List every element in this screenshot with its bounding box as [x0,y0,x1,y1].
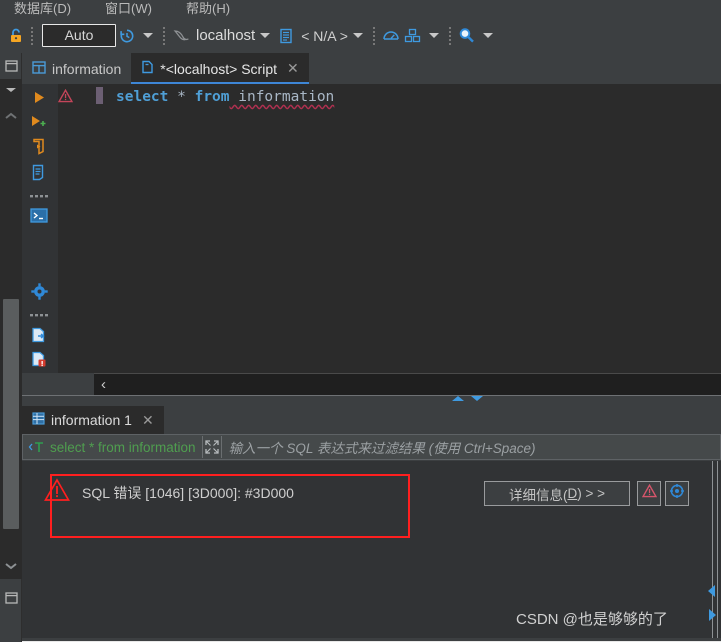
detail-button-prefix: 详细信息( [508,487,568,503]
menu-help[interactable]: 帮助(H) [186,2,230,16]
auto-commit-caret-icon[interactable] [143,33,153,38]
error-message-text: SQL 错误 [1046] [3D000]: #3D000 [82,485,294,501]
script-icon [141,60,154,77]
nav-prev-icon[interactable] [708,585,715,597]
target-bug-icon [669,483,685,504]
results-tab-information-1[interactable]: information 1 ✕ [22,406,164,434]
results-right-edge [705,461,721,642]
status-bar [22,638,721,642]
gauge-icon[interactable] [380,25,402,47]
rail-scrollbar-track[interactable] [0,79,22,579]
mysql-dolphin-icon [170,25,192,47]
toolbar-separator-3 [372,26,375,45]
chevron-down-icon-2[interactable] [0,555,22,577]
chevron-up-icon[interactable] [0,105,22,127]
edge-line-2 [717,461,718,642]
rail-scrollbar-thumb[interactable] [3,299,19,529]
sql-statement[interactable]: select * from information [116,88,334,106]
sql-identifier-information: information [229,89,335,105]
detail-button-mnemonic: D [567,486,578,501]
tab-information[interactable]: information [22,53,132,84]
package-caret-icon[interactable] [428,33,439,38]
expand-icon[interactable] [201,436,222,458]
error-target-button[interactable] [665,481,689,506]
script-file-icon[interactable] [28,163,50,181]
splitter-down-icon[interactable] [471,396,483,401]
watermark: CSDN @也是够够的了 [516,611,668,628]
tab-localhost-script[interactable]: *<localhost> Script ✕ [131,53,310,84]
sql-filter-icon [23,440,50,454]
chevron-down-icon[interactable] [0,79,22,101]
schema-name[interactable]: < N/A > [301,28,348,44]
schema-caret-icon[interactable] [352,33,363,38]
splitter-up-icon[interactable] [452,396,464,401]
lock-icon[interactable] [6,26,26,46]
detail-button[interactable]: 详细信息(D) > > [484,481,630,506]
results-tab-label: information 1 [51,412,132,428]
left-rail [0,53,22,642]
tab-information-label: information [52,60,122,77]
main-toolbar: Auto localhost < N/A > [0,18,721,53]
more-dots-icon[interactable] [28,187,50,205]
search-icon[interactable] [456,25,478,47]
text-caret [96,87,103,104]
toolbar-separator-1 [31,26,33,45]
schema-icon [275,25,297,47]
editor-tab-bar: information *<localhost> Script ✕ [22,53,721,84]
editor-code-area[interactable]: select * from information [80,84,721,373]
menu-window[interactable]: 窗口(W) [105,2,152,16]
filter-placeholder[interactable]: 输入一个 SQL 表达式来过滤结果 (使用 Ctrl+Space) [222,437,536,457]
warning-triangle-icon-2 [641,483,657,503]
menu-bar: 数据库(D) 窗口(W) 帮助(H) [0,0,721,18]
editor-warning-strip [57,84,80,373]
sql-editor[interactable]: select * from information [22,84,721,373]
run-new-icon[interactable] [28,113,50,131]
toolbar-separator-2 [163,26,165,45]
grid-icon [32,412,45,428]
filter-expression-value[interactable]: select * from information [50,440,202,455]
datasource-caret-icon[interactable] [260,33,271,38]
export-file-icon[interactable] [28,326,50,344]
sql-keyword-from: from [194,89,230,105]
editor-gutter [22,84,58,373]
chevron-left-icon[interactable]: ‹ [94,376,106,393]
error-file-icon[interactable] [28,350,50,368]
results-tab-bar: information 1 ✕ [22,406,721,434]
results-tab-close-icon[interactable]: ✕ [142,412,154,429]
tab-localhost-script-label: *<localhost> Script [160,60,277,77]
datagrip-window: 数据库(D) 窗口(W) 帮助(H) Auto localhost < N/A … [0,0,721,642]
panel-toggle-icon-2[interactable] [0,585,22,611]
search-caret-icon[interactable] [482,33,493,38]
more-dots-icon-2[interactable] [28,306,50,324]
datasource-name[interactable]: localhost [196,27,255,44]
history-clock-icon[interactable] [116,25,138,47]
splitter-arrows[interactable] [452,396,483,401]
editor-horizontal-scrollbar[interactable]: ‹ [94,373,721,395]
package-icon[interactable] [402,25,424,47]
menu-database[interactable]: 数据库(D) [14,2,71,16]
sql-star: * [168,89,195,105]
settings-gear-icon[interactable] [28,282,50,300]
nav-next-icon[interactable] [709,609,716,621]
panel-toggle-icon[interactable] [0,53,22,79]
sql-keyword-select: select [116,89,169,105]
table-icon [32,60,46,77]
error-warning-button[interactable] [637,481,661,506]
auto-commit-selector[interactable]: Auto [42,24,116,47]
panel-splitter[interactable] [22,395,721,406]
warning-triangle-icon[interactable] [57,88,74,108]
close-icon[interactable]: ✕ [287,60,299,77]
toolbar-separator-4 [448,26,451,45]
detail-button-suffix: ) > > [577,486,605,501]
results-filter-bar[interactable]: select * from information 输入一个 SQL 表达式来过… [22,434,721,460]
run-icon[interactable] [28,88,50,106]
execute-script-icon[interactable] [28,137,50,155]
console-icon[interactable] [28,206,50,224]
